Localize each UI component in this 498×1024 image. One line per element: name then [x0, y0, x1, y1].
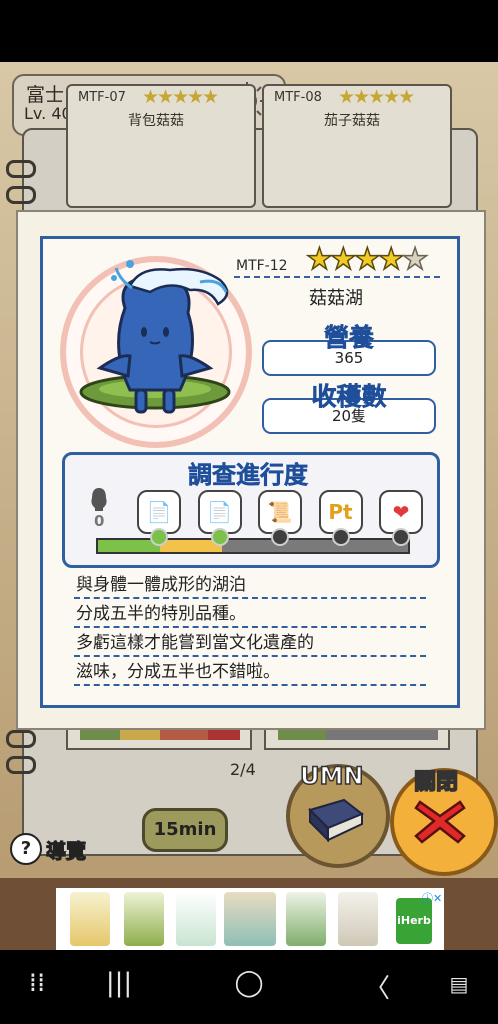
card-title: 背包菇菇	[128, 113, 184, 129]
star-filled-icon: ★	[329, 242, 357, 277]
star-filled-icon: ★	[305, 242, 333, 277]
star-filled-icon: ★	[353, 242, 381, 277]
mushroom-card-left[interactable]: MTF-07 ★★★★★ 背包菇菇	[66, 84, 256, 208]
description-line: 分成五半的特別品種。	[74, 599, 426, 628]
rarity-stars: ★ ★ ★ ★ ★	[305, 242, 429, 277]
description-line: 滋味，分成五半也不錯啦。	[74, 657, 426, 686]
close-icon	[414, 800, 466, 844]
star-empty-icon: ★	[401, 242, 429, 277]
status-bar	[0, 0, 498, 62]
star-filled-icon: ★	[377, 242, 405, 277]
research-progress-title: 調查進行度	[188, 461, 309, 490]
progress-count: 0	[94, 512, 105, 530]
ad-info-icon[interactable]: ⓘ✕	[422, 890, 442, 906]
recent-apps-button[interactable]: |||	[104, 968, 134, 998]
ad-product-image	[176, 892, 216, 946]
description-line: 多虧這樣才能嘗到當文化遺產的	[74, 628, 426, 657]
mushroom-description: 與身體一體成形的湖泊 分成五半的特別品種。 多虧這樣才能嘗到當文化遺產的 滋味，…	[74, 570, 426, 686]
help-icon: ?	[10, 833, 42, 865]
harvest-count-label: 收穫數	[311, 382, 387, 412]
page-counter: 2/4	[230, 760, 256, 779]
ad-banner[interactable]: iHerb ⓘ✕	[56, 888, 444, 950]
book-icon	[308, 798, 364, 842]
area-level: Lv. 40	[24, 104, 72, 123]
back-button[interactable]: 〈	[362, 968, 392, 1005]
research-progress-bar	[96, 538, 410, 554]
ad-product-image	[70, 892, 110, 946]
game-launcher-icon[interactable]: ⁞⁞	[22, 968, 52, 998]
progress-step-node	[271, 528, 289, 546]
lake-mushroom-illustration	[79, 260, 231, 414]
umn-label: UMN	[299, 761, 364, 791]
binder-ring	[6, 756, 36, 774]
binder-ring	[6, 186, 36, 204]
card-code: MTF-08	[274, 90, 322, 105]
nutrition-label: 營養	[323, 323, 375, 353]
guide-label: 導覽	[46, 838, 87, 863]
ad-product-image	[224, 892, 276, 946]
divider	[234, 276, 440, 278]
binder-ring	[6, 160, 36, 178]
progress-step-node	[150, 528, 168, 546]
mushroom-code: MTF-12	[236, 258, 288, 274]
mushroom-name: 菇菇湖	[309, 288, 363, 309]
guide-button[interactable]: ? 導覽	[10, 832, 87, 866]
progress-segment	[222, 540, 408, 552]
progress-step-node	[210, 528, 229, 546]
ad-product-image	[286, 892, 326, 946]
binder-ring	[6, 730, 36, 748]
ad-product-image	[124, 892, 164, 946]
card-code: MTF-07	[78, 90, 126, 105]
home-button[interactable]: ◯	[234, 968, 264, 998]
card-stars: ★★★★★	[142, 86, 219, 108]
card-title: 茄子菇菇	[324, 113, 380, 129]
card-stars: ★★★★★	[338, 86, 415, 108]
mushroom-card-right[interactable]: MTF-08 ★★★★★ 茄子菇菇	[262, 84, 452, 208]
ad-product-image	[338, 892, 378, 946]
progress-step-node	[392, 528, 410, 546]
close-label: 關閉	[413, 769, 459, 796]
screen-record-icon[interactable]: ▤	[444, 972, 474, 996]
progress-step-node	[331, 528, 350, 546]
timer-badge[interactable]: 15min	[142, 808, 228, 852]
description-line: 與身體一體成形的湖泊	[74, 570, 426, 599]
